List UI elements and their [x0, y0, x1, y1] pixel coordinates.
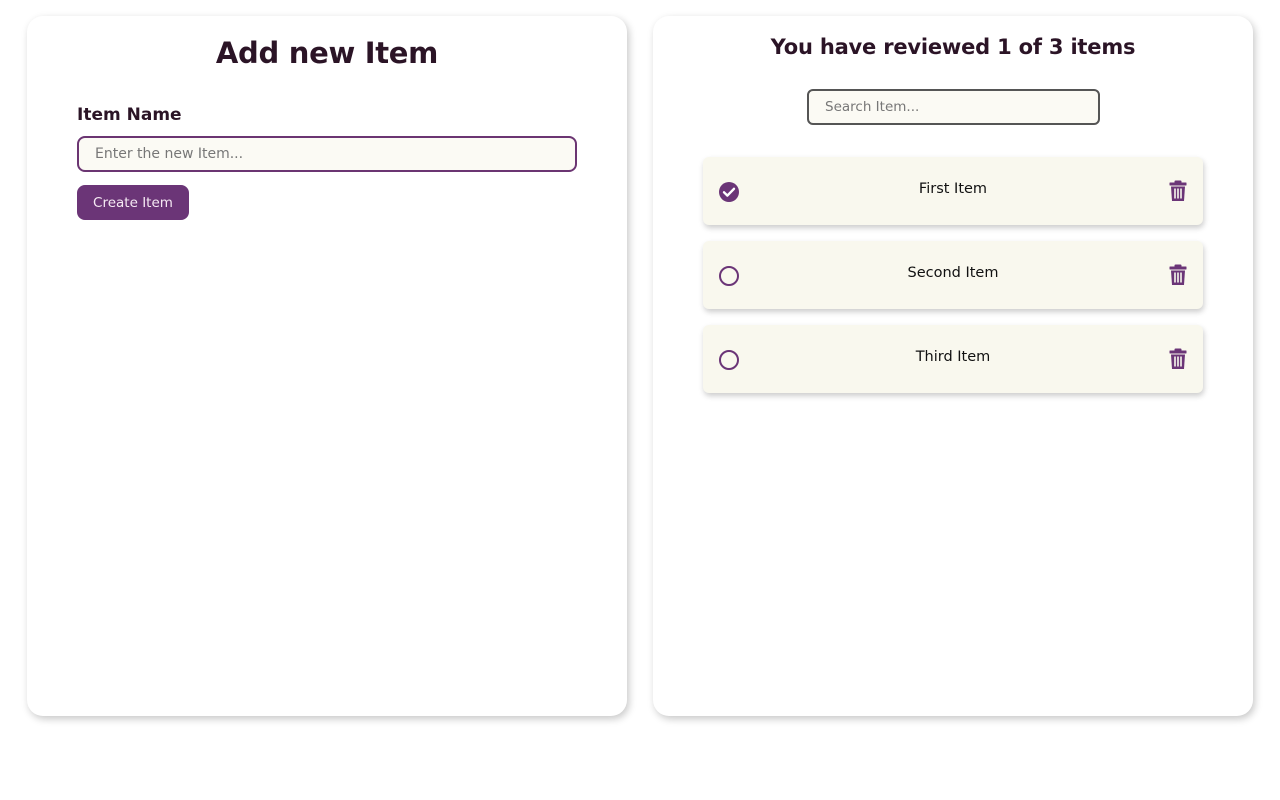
- list-item: Third Item: [703, 325, 1203, 393]
- empty-circle-icon[interactable]: [718, 265, 740, 287]
- review-panel: You have reviewed 1 of 3 items First Ite…: [653, 16, 1253, 716]
- check-circle-icon[interactable]: [718, 181, 740, 203]
- item-label: Third Item: [915, 349, 991, 365]
- review-progress-title: You have reviewed 1 of 3 items: [770, 35, 1136, 59]
- search-input[interactable]: [807, 89, 1100, 125]
- item-name-input[interactable]: [77, 136, 577, 172]
- item-label: First Item: [918, 181, 988, 197]
- form-title: Add new Item: [215, 36, 439, 70]
- create-item-button[interactable]: Create Item: [77, 185, 189, 220]
- trash-icon[interactable]: [1169, 264, 1187, 286]
- trash-icon[interactable]: [1169, 180, 1187, 202]
- item-label: Second Item: [907, 265, 999, 281]
- list-item: First Item: [703, 157, 1203, 225]
- empty-circle-icon[interactable]: [718, 349, 740, 371]
- list-item: Second Item: [703, 241, 1203, 309]
- trash-icon[interactable]: [1169, 348, 1187, 370]
- item-name-label: Item Name: [77, 105, 182, 125]
- add-item-panel: Add new Item Item Name Create Item: [27, 16, 627, 716]
